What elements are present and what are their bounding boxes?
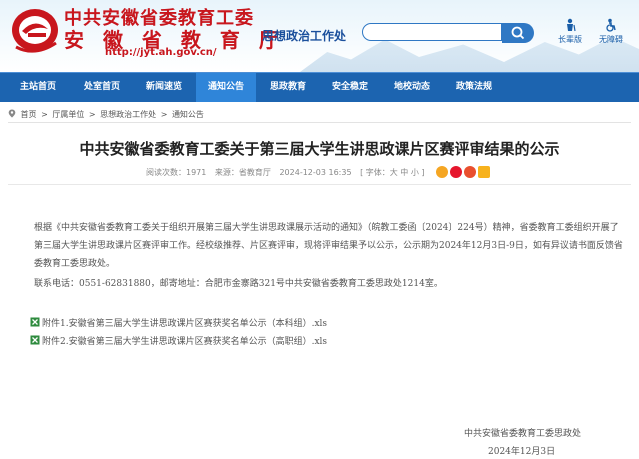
- sign-date: 2024年12月3日: [488, 447, 556, 457]
- breadcrumb-level2[interactable]: 厅属单位: [52, 110, 84, 119]
- publish-date: 2024-12-03 16:35: [279, 168, 352, 177]
- elder-mode-button[interactable]: 长辈版: [550, 18, 590, 45]
- article-source: 来源：省教育厅: [214, 168, 271, 177]
- view-count: 阅读次数：1971: [146, 168, 207, 177]
- accessibility-button[interactable]: 无障碍: [591, 18, 631, 45]
- elder-mode-label: 长辈版: [558, 35, 582, 44]
- breadcrumb-level4[interactable]: 通知公告: [172, 110, 204, 119]
- nav-item-local-news[interactable]: 地校动态: [382, 73, 442, 102]
- excel-file-icon: [30, 335, 40, 345]
- search-icon: [511, 26, 525, 40]
- attachment-label-2: 附件2.安徽省第三届大学生讲思政课片区赛获奖名单公示（高职组）.xls: [42, 337, 328, 347]
- search-button[interactable]: [502, 23, 534, 43]
- weibo-icon[interactable]: [450, 166, 462, 178]
- accessibility-icon: [606, 18, 616, 32]
- attachment-link-1[interactable]: 附件1.安徽省第三届大学生讲思政课片区赛获奖名单公示（本科组）.xls: [30, 316, 327, 329]
- favorite-icon[interactable]: [478, 166, 490, 178]
- breadcrumb-home[interactable]: 首页: [21, 110, 37, 119]
- breadcrumb-separator: >: [88, 110, 96, 119]
- attachment-link-2[interactable]: 附件2.安徽省第三届大学生讲思政课片区赛获奖名单公示（高职组）.xls: [30, 334, 327, 347]
- nav-item-news[interactable]: 新闻速览: [134, 73, 194, 102]
- font-size-switcher[interactable]: [ 字体：大 中 小 ]: [360, 168, 424, 177]
- department-name[interactable]: 思想政治工作处: [262, 27, 346, 44]
- wechat-icon[interactable]: [464, 166, 476, 178]
- breadcrumb-separator: >: [160, 110, 168, 119]
- divider: [8, 184, 631, 185]
- breadcrumb: 首页 > 厅属单位 > 思想政治工作处 > 通知公告: [8, 109, 206, 120]
- nav-item-ideology-education[interactable]: 思政教育: [258, 73, 318, 102]
- attachment-label-1: 附件1.安徽省第三届大学生讲思政课片区赛获奖名单公示（本科组）.xls: [42, 319, 328, 329]
- nav-item-security[interactable]: 安全稳定: [320, 73, 380, 102]
- article-meta: 阅读次数：1971 来源：省教育厅 2024-12-03 16:35 [ 字体：…: [146, 167, 431, 178]
- qzone-icon[interactable]: [436, 166, 448, 178]
- breadcrumb-separator: >: [41, 110, 48, 119]
- nav-item-division-home[interactable]: 处室首页: [72, 73, 132, 102]
- site-url[interactable]: http://jyt.ah.gov.cn/: [105, 47, 217, 58]
- site-header: 中共安徽省委教育工委 安 徽 省 教 育 厅 http://jyt.ah.gov…: [0, 0, 639, 72]
- search-input[interactable]: [362, 23, 502, 41]
- nav-item-main-home[interactable]: 主站首页: [8, 73, 68, 102]
- elder-icon: [567, 18, 576, 32]
- accessibility-label: 无障碍: [599, 35, 623, 44]
- divider: [8, 122, 631, 123]
- main-nav: 主站首页 处室首页 新闻速览 通知公告 思政教育 安全稳定 地校动态 政策法规: [0, 72, 639, 102]
- search-box: [362, 23, 534, 43]
- excel-file-icon: [30, 317, 40, 327]
- location-icon: [8, 109, 16, 118]
- breadcrumb-level3[interactable]: 思想政治工作处: [100, 110, 156, 119]
- article-title: 中共安徽省委教育工委关于第三届大学生讲思政课片区赛评审结果的公示: [79, 140, 560, 158]
- site-logo[interactable]: [10, 7, 60, 53]
- article-paragraph-1: 根据《中共安徽省委教育工委关于组织开展第三届大学生讲思政课展示活动的通知》（皖教…: [34, 223, 623, 269]
- signature: 中共安徽省委教育工委思政处: [464, 429, 582, 439]
- nav-item-notices[interactable]: 通知公告: [196, 73, 256, 102]
- contact-info: 联系电话：0551-62831880，邮寄地址：合肥市金寨路321号中共安徽省委…: [34, 279, 443, 289]
- nav-item-policies[interactable]: 政策法规: [444, 73, 504, 102]
